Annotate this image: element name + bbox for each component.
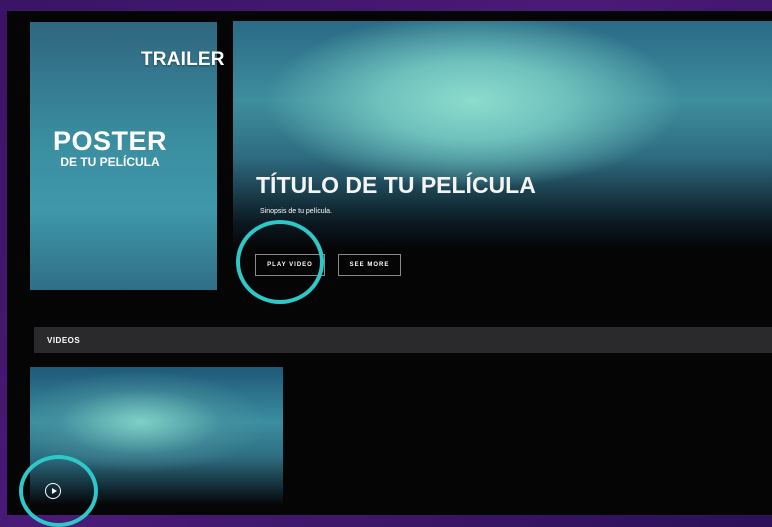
movie-title: TÍTULO DE TU PELÍCULA <box>256 172 536 198</box>
trailer-label: TRAILER <box>141 49 225 70</box>
movie-synopsis: Sinopsis de tu película. <box>260 208 332 215</box>
videos-section-label: VIDEOS <box>47 336 81 345</box>
highlight-ring-thumbnail <box>19 455 98 527</box>
videos-section-header <box>34 327 772 353</box>
poster-title: POSTER <box>52 126 168 156</box>
see-more-button[interactable]: SEE MORE <box>338 254 401 276</box>
poster-subtitle: DE TU PELÍCULA <box>60 155 160 169</box>
highlight-ring-play <box>236 220 324 304</box>
